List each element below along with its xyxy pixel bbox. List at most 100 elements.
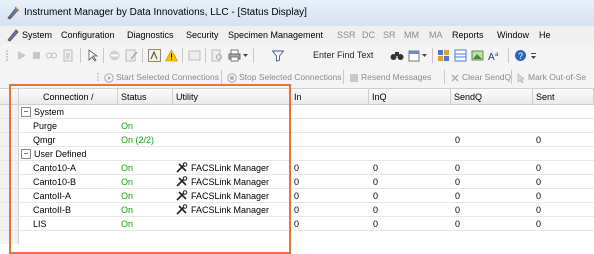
disabled-icon[interactable] [108, 49, 121, 62]
toolbar-grip-icon[interactable] [96, 72, 100, 83]
row-selector[interactable] [0, 119, 19, 132]
menu-security[interactable]: Security [186, 30, 219, 40]
status-value: On (2/2) [121, 135, 155, 145]
row-selector[interactable] [0, 175, 19, 188]
window-icon[interactable] [188, 49, 201, 62]
sendq-value: 0 [455, 177, 461, 187]
table-icon[interactable] [454, 49, 467, 62]
menu-configuration[interactable]: Configuration [61, 30, 115, 40]
document-icon[interactable] [62, 49, 75, 62]
clear-sendq-label: Clear SendQ [462, 72, 512, 82]
stop-selected-connections-button[interactable]: Stop Selected Connections [227, 72, 342, 83]
row-selector[interactable] [0, 105, 19, 118]
column-header-status[interactable]: Status [118, 89, 173, 105]
filter-icon[interactable] [258, 49, 298, 62]
group-row-user-defined[interactable]: − User Defined [0, 147, 594, 161]
inq-value: 0 [373, 177, 379, 187]
collapse-toggle[interactable]: − [21, 149, 31, 159]
start-selected-connections-button[interactable]: Start Selected Connections [104, 72, 219, 83]
chevron-down-icon[interactable] [242, 49, 249, 62]
row-selector[interactable] [0, 133, 19, 146]
menu-diagnostics[interactable]: Diagnostics [127, 30, 174, 40]
clear-x-icon [451, 74, 459, 82]
print-icon[interactable] [228, 49, 241, 62]
table-row[interactable]: CantoII-B On FACSLink Manager 0 0 0 0 [0, 203, 594, 217]
menu-specimen-management[interactable]: Specimen Management [228, 30, 323, 40]
link-icon[interactable] [45, 49, 58, 62]
toolbar-separator [511, 70, 512, 84]
sent-value: 0 [536, 205, 542, 215]
stop-circle-icon [227, 73, 237, 83]
table-row[interactable]: Qmgr On (2/2) 0 0 [0, 133, 594, 147]
status-display-icon[interactable] [148, 49, 161, 62]
edit-document-icon[interactable] [125, 49, 138, 62]
binoculars-icon[interactable] [390, 49, 404, 62]
help-icon[interactable]: ? [514, 49, 527, 62]
menu-sr[interactable]: SR [383, 30, 396, 40]
collapse-toggle[interactable]: − [21, 107, 31, 117]
menu-window[interactable]: Window [497, 30, 529, 40]
app-menu-icon[interactable] [6, 28, 20, 42]
connection-name: Qmgr [33, 135, 56, 145]
column-header-inq[interactable]: InQ [369, 89, 451, 105]
mark-out-of-service-button[interactable]: Mark Out-of-Se [516, 72, 586, 83]
column-header-utility[interactable]: Utility [173, 89, 291, 105]
mark-out-of-service-label: Mark Out-of-Se [528, 72, 587, 82]
menu-ssr[interactable]: SSR [337, 30, 356, 40]
resend-messages-button[interactable]: Resend Messages [349, 72, 431, 83]
row-selector[interactable] [0, 147, 19, 160]
toolbar-separator [432, 48, 433, 63]
row-selector[interactable] [0, 161, 19, 174]
group-row-system[interactable]: − System [0, 105, 594, 119]
toolbar-separator [343, 70, 344, 84]
menu-system[interactable]: System [22, 30, 52, 40]
menu-reports[interactable]: Reports [452, 30, 484, 40]
resend-messages-label: Resend Messages [361, 72, 432, 82]
toolbar-grip-icon[interactable] [5, 49, 9, 62]
utility-name: FACSLink Manager [191, 205, 270, 215]
table-row[interactable] [0, 231, 594, 245]
search-document-icon[interactable] [211, 49, 224, 62]
column-header-connection[interactable]: Connection / [19, 89, 118, 105]
row-selector[interactable] [0, 189, 19, 202]
menu-bar: System Configuration Diagnostics Securit… [0, 26, 594, 45]
toolbar-overflow-icon[interactable] [530, 49, 537, 62]
table-row[interactable]: Canto10-B On FACSLink Manager 0 0 0 0 [0, 175, 594, 189]
font-size-icon[interactable]: Aa [487, 49, 503, 62]
sent-value: 0 [536, 135, 542, 145]
grid-layout-icon[interactable] [437, 49, 450, 62]
connection-name: CantoII-A [33, 191, 72, 201]
row-selector[interactable] [0, 231, 19, 244]
row-selector[interactable] [0, 217, 19, 230]
column-header-sent[interactable]: Sent [533, 89, 594, 105]
table-row[interactable]: CantoII-A On FACSLink Manager 0 0 0 0 [0, 189, 594, 203]
menu-ma[interactable]: MA [429, 30, 443, 40]
clear-sendq-button[interactable]: Clear SendQ [450, 72, 511, 83]
status-value: On [121, 191, 134, 201]
toolbar-separator [80, 48, 81, 63]
calendar-icon[interactable] [408, 49, 421, 62]
play-icon[interactable] [15, 49, 28, 62]
toolbar-separator [205, 48, 206, 63]
in-value: 0 [294, 205, 300, 215]
menu-dc[interactable]: DC [362, 30, 375, 40]
column-header-in[interactable]: In [291, 89, 369, 105]
column-header-sendq[interactable]: SendQ [451, 89, 533, 105]
image-icon[interactable] [471, 49, 484, 62]
table-row[interactable]: Purge On [0, 119, 594, 133]
in-value: 0 [294, 191, 300, 201]
pointer-icon[interactable] [86, 49, 99, 62]
connection-name: Canto10-B [33, 177, 77, 187]
sent-value: 0 [536, 191, 542, 201]
find-text-input[interactable]: Enter Find Text [313, 50, 373, 60]
status-value: On [121, 163, 134, 173]
chevron-down-icon[interactable] [421, 49, 428, 62]
menu-mm[interactable]: MM [404, 30, 419, 40]
table-row[interactable]: Canto10-A On FACSLink Manager 0 0 0 0 [0, 161, 594, 175]
row-selector[interactable] [0, 203, 19, 216]
menu-help[interactable]: He [539, 30, 551, 40]
stop-icon[interactable] [30, 49, 43, 62]
table-row[interactable]: LIS On 0 0 0 0 [0, 217, 594, 231]
warning-icon[interactable] [165, 49, 178, 62]
toolbar-separator [182, 48, 183, 63]
